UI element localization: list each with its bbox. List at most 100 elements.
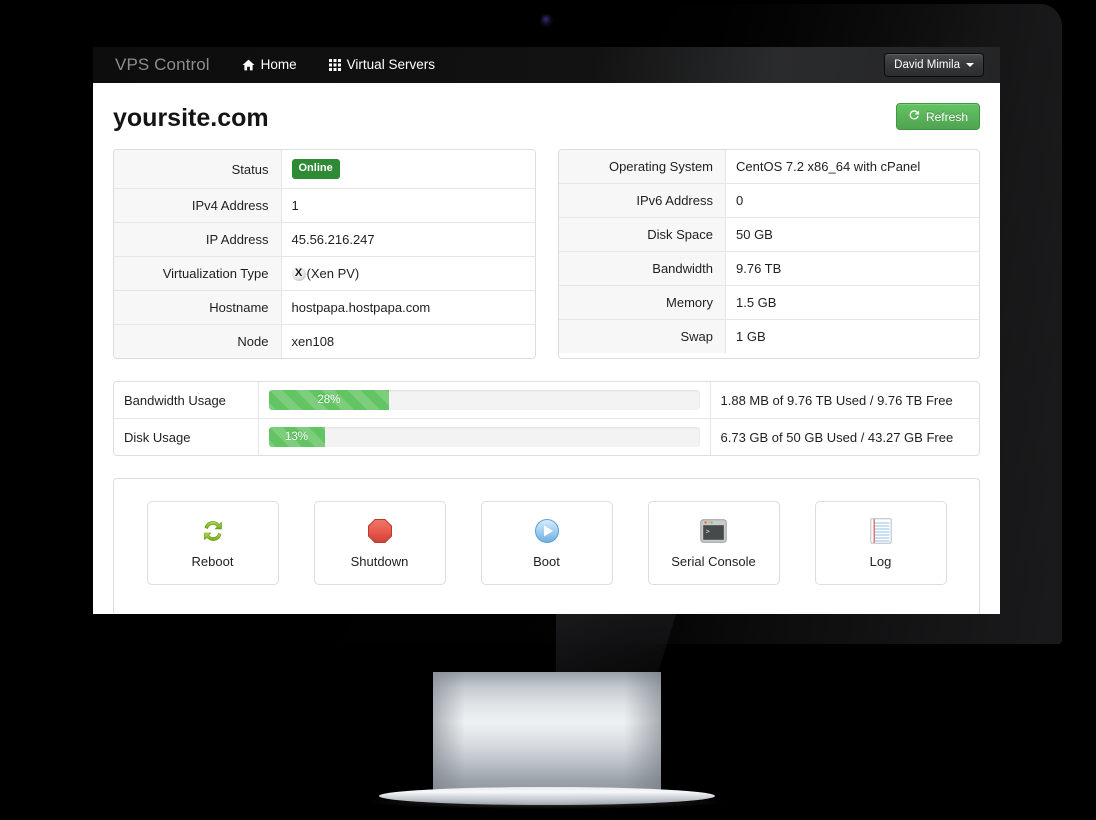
top-navbar: VPS Control Home Virtual Servers David M… xyxy=(93,47,1000,83)
nav-link-virtual-servers[interactable]: Virtual Servers xyxy=(313,47,451,83)
table-row: Swap 1 GB xyxy=(558,319,979,353)
monitor-stand-neck xyxy=(433,672,661,796)
row-value-ip-address: 45.56.216.247 xyxy=(281,222,535,257)
row-value-memory: 1.5 GB xyxy=(725,285,979,320)
reboot-button[interactable]: Reboot xyxy=(146,501,279,585)
chevron-down-icon xyxy=(966,63,974,67)
row-value-status: Online xyxy=(281,150,535,189)
webcam-icon xyxy=(541,15,552,26)
nav-link-home[interactable]: Home xyxy=(226,47,313,83)
page-title: yoursite.com xyxy=(113,104,269,132)
refresh-button-label: Refresh xyxy=(925,109,968,124)
disk-progress-track: 13% xyxy=(268,427,700,447)
usage-table: Bandwidth Usage 28% 1.88 MB of 9.76 TB U… xyxy=(114,382,979,455)
row-value-node: xen108 xyxy=(281,324,535,358)
row-value-disk-space: 50 GB xyxy=(725,217,979,252)
table-row: Bandwidth 9.76 TB xyxy=(558,251,979,286)
serial-console-button[interactable]: > Serial Console xyxy=(647,501,780,585)
table-row: IP Address 45.56.216.247 xyxy=(114,222,535,257)
log-button[interactable]: Log xyxy=(814,501,947,585)
refresh-button[interactable]: Refresh xyxy=(895,103,980,130)
row-value-bandwidth: 9.76 TB xyxy=(725,251,979,286)
right-info-table: Operating System CentOS 7.2 x86_64 with … xyxy=(558,150,979,353)
monitor-mockup: VPS Control Home Virtual Servers David M… xyxy=(0,0,1096,820)
row-value-swap: 1 GB xyxy=(725,319,979,353)
row-label-node: Node xyxy=(114,324,282,358)
serial-console-label: Serial Console xyxy=(671,554,756,569)
actions-row: Reboot Shutdown Boot > Serial Console Lo… xyxy=(132,501,961,585)
usage-detail-bandwidth: 1.88 MB of 9.76 TB Used / 9.76 TB Free xyxy=(710,382,979,419)
table-row: Disk Space 50 GB xyxy=(558,217,979,252)
usage-bar-cell-bandwidth: 28% xyxy=(258,382,711,419)
row-value-hostname: hostpapa.hostpapa.com xyxy=(281,290,535,325)
right-info-panel: Operating System CentOS 7.2 x86_64 with … xyxy=(557,149,980,359)
row-value-ipv6: 0 xyxy=(725,183,979,218)
table-row: IPv6 Address 0 xyxy=(558,183,979,218)
table-row: Disk Usage 13% 6.73 GB of 50 GB Used / 4… xyxy=(114,418,979,455)
nav-link-virtual-servers-label: Virtual Servers xyxy=(346,57,435,72)
nav-links: Home Virtual Servers xyxy=(226,47,451,83)
reboot-icon xyxy=(199,517,227,545)
disk-progress-fill: 13% xyxy=(268,427,325,447)
table-row: IPv4 Address 1 xyxy=(114,188,535,223)
home-icon xyxy=(242,59,255,71)
row-value-ipv4: 1 xyxy=(281,188,535,223)
row-label-hostname: Hostname xyxy=(114,290,282,325)
user-menu-label: David Mimila xyxy=(894,59,960,71)
terminal-icon: > xyxy=(700,517,727,545)
refresh-icon xyxy=(908,109,920,124)
table-row: Status Online xyxy=(114,150,535,189)
server-info-row: Status Online IPv4 Address 1 IP Address xyxy=(113,149,980,359)
xen-cell: X (Xen PV) xyxy=(291,266,525,281)
row-label-ipv6: IPv6 Address xyxy=(558,183,726,218)
row-value-operating-system: CentOS 7.2 x86_64 with cPanel xyxy=(725,150,979,184)
row-label-bandwidth: Bandwidth xyxy=(558,251,726,286)
usage-label-bandwidth: Bandwidth Usage xyxy=(114,382,259,419)
log-label: Log xyxy=(869,554,892,569)
table-row: Hostname hostpapa.hostpapa.com xyxy=(114,290,535,325)
row-label-ipv4: IPv4 Address xyxy=(114,188,282,223)
row-label-swap: Swap xyxy=(558,319,726,353)
usage-label-disk: Disk Usage xyxy=(114,418,259,455)
row-label-operating-system: Operating System xyxy=(558,150,726,184)
reboot-label: Reboot xyxy=(191,554,234,569)
row-label-virtualization-type: Virtualization Type xyxy=(114,256,282,291)
grid-icon xyxy=(328,59,341,71)
left-info-panel: Status Online IPv4 Address 1 IP Address xyxy=(113,149,536,359)
boot-play-icon xyxy=(534,517,560,545)
table-row: Operating System CentOS 7.2 x86_64 with … xyxy=(558,150,979,184)
usage-detail-disk: 6.73 GB of 50 GB Used / 43.27 GB Free xyxy=(710,418,979,455)
usage-bar-cell-disk: 13% xyxy=(258,418,711,455)
page-header: yoursite.com Refresh xyxy=(113,103,980,133)
shutdown-button[interactable]: Shutdown xyxy=(313,501,446,585)
app-brand[interactable]: VPS Control xyxy=(93,47,226,83)
status-badge: Online xyxy=(291,159,340,179)
row-label-ip-address: IP Address xyxy=(114,222,282,257)
user-menu-button[interactable]: David Mimila xyxy=(884,53,984,77)
row-value-virtualization-type: X (Xen PV) xyxy=(281,256,535,291)
table-row: Node xen108 xyxy=(114,324,535,358)
table-row: Memory 1.5 GB xyxy=(558,285,979,320)
table-row: Bandwidth Usage 28% 1.88 MB of 9.76 TB U… xyxy=(114,382,979,419)
boot-button[interactable]: Boot xyxy=(480,501,613,585)
screen-viewport: VPS Control Home Virtual Servers David M… xyxy=(93,47,1000,614)
left-info-table: Status Online IPv4 Address 1 IP Address xyxy=(114,150,535,358)
row-label-disk-space: Disk Space xyxy=(558,217,726,252)
usage-panel: Bandwidth Usage 28% 1.88 MB of 9.76 TB U… xyxy=(113,381,980,456)
nav-link-home-label: Home xyxy=(260,57,297,72)
page-body: yoursite.com Refresh Status Online IPv4 … xyxy=(93,83,1000,614)
shutdown-icon xyxy=(367,517,393,545)
row-label-status: Status xyxy=(114,150,282,189)
svg-text:>: > xyxy=(706,527,710,535)
row-label-memory: Memory xyxy=(558,285,726,320)
actions-panel: Reboot Shutdown Boot > Serial Console Lo… xyxy=(113,478,980,614)
monitor-stand-base-highlight xyxy=(369,795,725,809)
log-notebook-icon xyxy=(869,517,892,545)
bandwidth-progress-fill: 28% xyxy=(268,390,390,410)
boot-label: Boot xyxy=(533,554,560,569)
virtualization-type-text: (Xen PV) xyxy=(306,266,360,281)
table-row: Virtualization Type X (Xen PV) xyxy=(114,256,535,291)
shutdown-label: Shutdown xyxy=(350,554,409,569)
bandwidth-progress-track: 28% xyxy=(268,390,700,410)
xen-logo-icon: X xyxy=(291,266,306,281)
